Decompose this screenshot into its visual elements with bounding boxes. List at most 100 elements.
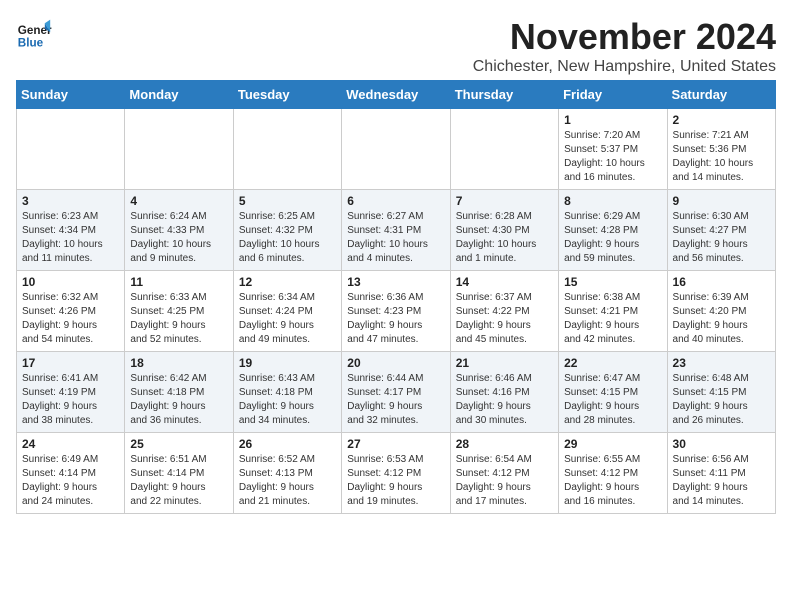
logo: General Blue xyxy=(16,16,52,52)
calendar-day-cell: 18Sunrise: 6:42 AM Sunset: 4:18 PM Dayli… xyxy=(125,352,233,433)
day-info: Sunrise: 6:56 AM Sunset: 4:11 PM Dayligh… xyxy=(673,453,770,509)
calendar-day-cell: 23Sunrise: 6:48 AM Sunset: 4:15 PM Dayli… xyxy=(667,352,775,433)
calendar-empty-cell xyxy=(233,109,341,190)
day-info: Sunrise: 6:47 AM Sunset: 4:15 PM Dayligh… xyxy=(564,372,661,428)
calendar-day-cell: 17 Sunrise: 6:41 AM Sunset: 4:19 PM Dayli… xyxy=(17,352,125,433)
day-info: Sunrise: 7:21 AM Sunset: 5:36 PM Dayligh… xyxy=(673,129,770,185)
calendar-day-cell: 28 Sunrise: 6:54 AM Sunset: 4:12 PM Dayli… xyxy=(450,433,558,514)
calendar-day-cell: 11 Sunrise: 6:33 AM Sunset: 4:25 PM Dayli… xyxy=(125,271,233,352)
day-number: 5 xyxy=(239,194,336,208)
weekday-header-saturday: Saturday xyxy=(667,81,775,109)
day-number: 25 xyxy=(130,437,227,451)
title-area: November 2024 Chichester, New Hampshire,… xyxy=(473,16,776,76)
weekday-header-row: SundayMondayTuesdayWednesdayThursdayFrid… xyxy=(17,81,776,109)
day-info: Sunrise: 6:41 AM Sunset: 4:19 PM Dayligh… xyxy=(22,372,119,428)
calendar-week-row: 24 Sunrise: 6:49 AM Sunset: 4:14 PM Dayli… xyxy=(17,433,776,514)
calendar-table: SundayMondayTuesdayWednesdayThursdayFrid… xyxy=(16,80,776,514)
calendar-empty-cell xyxy=(450,109,558,190)
calendar-day-cell: 15 Sunrise: 6:38 AM Sunset: 4:21 PM Dayli… xyxy=(559,271,667,352)
day-number: 7 xyxy=(456,194,553,208)
calendar-day-cell: 8Sunrise: 6:29 AM Sunset: 4:28 PM Daylig… xyxy=(559,190,667,271)
day-info: Sunrise: 6:27 AM Sunset: 4:31 PM Dayligh… xyxy=(347,210,444,266)
day-number: 16 xyxy=(673,275,770,289)
day-info: Sunrise: 7:20 AM Sunset: 5:37 PM Dayligh… xyxy=(564,129,661,185)
day-info: Sunrise: 6:33 AM Sunset: 4:25 PM Dayligh… xyxy=(130,291,227,347)
calendar-week-row: 10 Sunrise: 6:32 AM Sunset: 4:26 PM Dayli… xyxy=(17,271,776,352)
day-number: 14 xyxy=(456,275,553,289)
day-info: Sunrise: 6:46 AM Sunset: 4:16 PM Dayligh… xyxy=(456,372,553,428)
day-number: 20 xyxy=(347,356,444,370)
calendar-day-cell: 3 Sunrise: 6:23 AM Sunset: 4:34 PM Daylig… xyxy=(17,190,125,271)
calendar-day-cell: 26 Sunrise: 6:52 AM Sunset: 4:13 PM Dayli… xyxy=(233,433,341,514)
calendar-day-cell: 30 Sunrise: 6:56 AM Sunset: 4:11 PM Dayli… xyxy=(667,433,775,514)
day-info: Sunrise: 6:51 AM Sunset: 4:14 PM Dayligh… xyxy=(130,453,227,509)
day-info: Sunrise: 6:53 AM Sunset: 4:12 PM Dayligh… xyxy=(347,453,444,509)
day-number: 1 xyxy=(564,113,661,127)
day-number: 22 xyxy=(564,356,661,370)
weekday-header-thursday: Thursday xyxy=(450,81,558,109)
calendar-day-cell: 16Sunrise: 6:39 AM Sunset: 4:20 PM Dayli… xyxy=(667,271,775,352)
calendar-week-row: 1 Sunrise: 7:20 AM Sunset: 5:37 PM Daylig… xyxy=(17,109,776,190)
day-number: 17 xyxy=(22,356,119,370)
day-info: Sunrise: 6:43 AM Sunset: 4:18 PM Dayligh… xyxy=(239,372,336,428)
weekday-header-monday: Monday xyxy=(125,81,233,109)
day-info: Sunrise: 6:32 AM Sunset: 4:26 PM Dayligh… xyxy=(22,291,119,347)
calendar-day-cell: 14 Sunrise: 6:37 AM Sunset: 4:22 PM Dayli… xyxy=(450,271,558,352)
calendar-day-cell: 19Sunrise: 6:43 AM Sunset: 4:18 PM Dayli… xyxy=(233,352,341,433)
day-number: 23 xyxy=(673,356,770,370)
day-number: 6 xyxy=(347,194,444,208)
day-number: 12 xyxy=(239,275,336,289)
day-number: 10 xyxy=(22,275,119,289)
calendar-day-cell: 1 Sunrise: 7:20 AM Sunset: 5:37 PM Daylig… xyxy=(559,109,667,190)
day-number: 8 xyxy=(564,194,661,208)
day-number: 13 xyxy=(347,275,444,289)
day-number: 18 xyxy=(130,356,227,370)
day-info: Sunrise: 6:25 AM Sunset: 4:32 PM Dayligh… xyxy=(239,210,336,266)
day-info: Sunrise: 6:44 AM Sunset: 4:17 PM Dayligh… xyxy=(347,372,444,428)
calendar-day-cell: 25 Sunrise: 6:51 AM Sunset: 4:14 PM Dayli… xyxy=(125,433,233,514)
calendar-empty-cell xyxy=(342,109,450,190)
calendar-day-cell: 22 Sunrise: 6:47 AM Sunset: 4:15 PM Dayli… xyxy=(559,352,667,433)
svg-text:Blue: Blue xyxy=(18,37,44,50)
day-number: 27 xyxy=(347,437,444,451)
day-info: Sunrise: 6:52 AM Sunset: 4:13 PM Dayligh… xyxy=(239,453,336,509)
day-number: 24 xyxy=(22,437,119,451)
weekday-header-tuesday: Tuesday xyxy=(233,81,341,109)
calendar-day-cell: 21 Sunrise: 6:46 AM Sunset: 4:16 PM Dayli… xyxy=(450,352,558,433)
day-info: Sunrise: 6:28 AM Sunset: 4:30 PM Dayligh… xyxy=(456,210,553,266)
day-number: 4 xyxy=(130,194,227,208)
weekday-header-sunday: Sunday xyxy=(17,81,125,109)
calendar-day-cell: 24 Sunrise: 6:49 AM Sunset: 4:14 PM Dayli… xyxy=(17,433,125,514)
day-number: 30 xyxy=(673,437,770,451)
calendar-day-cell: 29 Sunrise: 6:55 AM Sunset: 4:12 PM Dayli… xyxy=(559,433,667,514)
calendar-day-cell: 5 Sunrise: 6:25 AM Sunset: 4:32 PM Daylig… xyxy=(233,190,341,271)
day-number: 29 xyxy=(564,437,661,451)
day-info: Sunrise: 6:54 AM Sunset: 4:12 PM Dayligh… xyxy=(456,453,553,509)
calendar-day-cell: 13Sunrise: 6:36 AM Sunset: 4:23 PM Dayli… xyxy=(342,271,450,352)
day-number: 9 xyxy=(673,194,770,208)
calendar-empty-cell xyxy=(17,109,125,190)
day-number: 2 xyxy=(673,113,770,127)
day-number: 3 xyxy=(22,194,119,208)
day-info: Sunrise: 6:38 AM Sunset: 4:21 PM Dayligh… xyxy=(564,291,661,347)
day-number: 26 xyxy=(239,437,336,451)
day-info: Sunrise: 6:49 AM Sunset: 4:14 PM Dayligh… xyxy=(22,453,119,509)
calendar-day-cell: 10 Sunrise: 6:32 AM Sunset: 4:26 PM Dayli… xyxy=(17,271,125,352)
day-info: Sunrise: 6:34 AM Sunset: 4:24 PM Dayligh… xyxy=(239,291,336,347)
day-info: Sunrise: 6:23 AM Sunset: 4:34 PM Dayligh… xyxy=(22,210,119,266)
calendar-day-cell: 7 Sunrise: 6:28 AM Sunset: 4:30 PM Daylig… xyxy=(450,190,558,271)
day-info: Sunrise: 6:30 AM Sunset: 4:27 PM Dayligh… xyxy=(673,210,770,266)
day-info: Sunrise: 6:37 AM Sunset: 4:22 PM Dayligh… xyxy=(456,291,553,347)
month-title: November 2024 xyxy=(473,16,776,58)
day-number: 21 xyxy=(456,356,553,370)
weekday-header-friday: Friday xyxy=(559,81,667,109)
day-number: 15 xyxy=(564,275,661,289)
day-info: Sunrise: 6:55 AM Sunset: 4:12 PM Dayligh… xyxy=(564,453,661,509)
day-number: 28 xyxy=(456,437,553,451)
day-number: 11 xyxy=(130,275,227,289)
calendar-day-cell: 27 Sunrise: 6:53 AM Sunset: 4:12 PM Dayli… xyxy=(342,433,450,514)
logo-icon: General Blue xyxy=(16,16,52,52)
calendar-week-row: 3 Sunrise: 6:23 AM Sunset: 4:34 PM Daylig… xyxy=(17,190,776,271)
calendar-empty-cell xyxy=(125,109,233,190)
calendar-day-cell: 4Sunrise: 6:24 AM Sunset: 4:33 PM Daylig… xyxy=(125,190,233,271)
